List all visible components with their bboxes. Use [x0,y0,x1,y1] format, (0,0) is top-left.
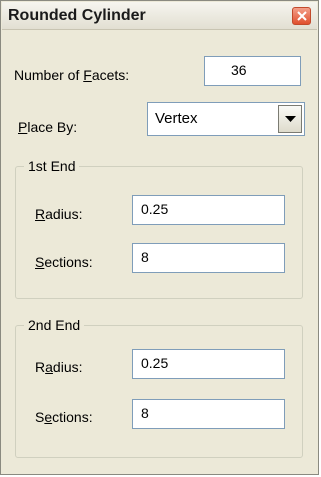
place-by-value: Vertex [155,110,198,127]
first-end-radius-input[interactable]: 0.25 [132,195,285,225]
second-end-title: 2nd End [24,317,85,333]
first-end-radius-value: 0.25 [141,201,169,217]
second-end-sections-label: Sections: [35,409,93,425]
title-bar[interactable]: Rounded Cylinder [2,2,317,30]
second-end-radius-value: 0.25 [141,355,169,371]
first-end-sections-label: Sections: [35,254,93,270]
second-end-sections-input[interactable]: 8 [132,399,285,429]
second-end-group: 2nd End [15,317,303,458]
close-button[interactable] [292,7,311,25]
second-end-radius-label: Radius: [35,359,83,375]
facets-input[interactable]: 36 [204,56,301,86]
first-end-group: 1st End [15,158,303,299]
first-end-sections-value: 8 [141,249,149,265]
place-by-select[interactable]: Vertex [147,102,305,136]
first-end-title: 1st End [24,158,80,174]
dialog-window: Rounded Cylinder Number of Facets: 36 Pl… [0,0,319,475]
second-end-sections-value: 8 [141,405,149,421]
close-icon [297,11,307,21]
window-title: Rounded Cylinder [8,7,146,24]
second-end-radius-input[interactable]: 0.25 [132,349,285,379]
place-by-label: Place By: [18,119,78,135]
first-end-sections-input[interactable]: 8 [132,243,285,273]
facets-label: Number of Facets: [14,67,130,83]
place-by-dropdown-button[interactable] [278,105,302,133]
first-end-radius-label: Radius: [35,206,83,222]
facets-value: 36 [231,62,247,78]
chevron-down-icon [285,116,296,122]
